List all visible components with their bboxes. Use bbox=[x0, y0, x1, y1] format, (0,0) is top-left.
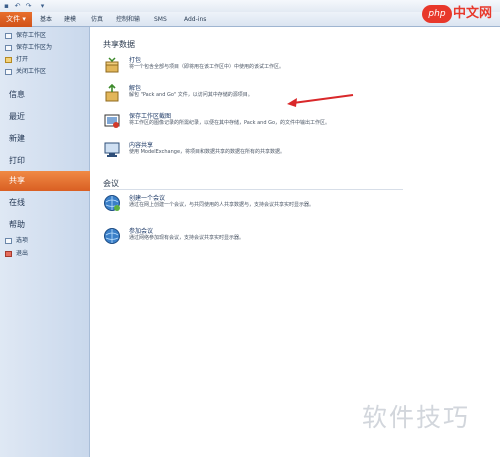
annotation-arrow-icon bbox=[287, 94, 354, 107]
meeting-item-create[interactable]: 创建一个会议 通过在网上创建一个会议，与共同使用的人共享数据与，支持会议共享实时… bbox=[103, 193, 423, 223]
save-icon[interactable]: ▪ bbox=[2, 2, 11, 10]
share-item-content-share-title: 内容共享 bbox=[129, 142, 154, 149]
watermark-logo: php 中文网 bbox=[422, 2, 500, 26]
share-item-content-share-desc: 使用 ModelExchange，将项目和数据共享的数据在所有的共享数据。 bbox=[129, 149, 286, 155]
nav-save-workspace-label: 保存工作区 bbox=[16, 32, 47, 39]
save-as-icon bbox=[5, 45, 12, 51]
meeting-section-divider bbox=[103, 189, 403, 190]
open-folder-icon bbox=[5, 57, 12, 63]
share-item-screenshot-desc: 将工作区的图像记录的所需纪录，以便在其中存储，Pack and Go，的文件中输… bbox=[129, 120, 331, 126]
share-item-unpack-title: 解包 bbox=[129, 85, 142, 92]
meeting-item-join-title: 参加会议 bbox=[129, 228, 154, 235]
nav-exit-label: 退出 bbox=[16, 250, 29, 257]
watermark-text: 软件技巧 bbox=[362, 403, 471, 432]
meeting-item-join-desc: 通过网络参加现有会议，支持会议共享实时显示器。 bbox=[129, 235, 245, 241]
nav-options[interactable]: 选项 bbox=[0, 236, 90, 246]
share-item-content-share[interactable]: 内容共享 使用 ModelExchange，将项目和数据共享的数据在所有的共享数… bbox=[103, 140, 423, 170]
nav-save-workspace[interactable]: 保存工作区 bbox=[0, 31, 90, 41]
share-item-screenshot[interactable]: 保存工作区截图 将工作区的图像记录的所需纪录，以便在其中存储，Pack and … bbox=[103, 111, 423, 141]
redo-icon[interactable]: ↷ bbox=[24, 2, 33, 10]
nav-recent[interactable]: 最近 bbox=[0, 107, 90, 127]
nav-new[interactable]: 新建 bbox=[0, 129, 90, 149]
nav-close-workspace[interactable]: 关闭工作区 bbox=[0, 67, 90, 77]
nav-close-workspace-label: 关闭工作区 bbox=[16, 68, 47, 75]
nav-save-workspace-as-label: 保存工作区为 bbox=[16, 44, 53, 51]
share-item-package-title: 打包 bbox=[129, 57, 142, 64]
nav-print[interactable]: 打印 bbox=[0, 151, 90, 171]
meeting-item-create-title: 创建一个会议 bbox=[129, 195, 166, 202]
exit-icon bbox=[5, 251, 12, 257]
package-icon bbox=[105, 57, 119, 73]
tab-sms[interactable]: SMS bbox=[154, 14, 167, 26]
tab-addins[interactable]: Add-ins bbox=[184, 14, 206, 26]
nav-help[interactable]: 帮助 bbox=[0, 215, 90, 235]
share-item-unpack[interactable]: 解包 解包 "Pack and Go" 文件，以访问其中存储的源项目。 bbox=[103, 83, 423, 113]
nav-open[interactable]: 打开 bbox=[0, 55, 90, 65]
tab-modeling[interactable]: 建模 bbox=[64, 14, 76, 26]
options-icon bbox=[5, 238, 12, 244]
nav-info[interactable]: 信息 bbox=[0, 85, 90, 105]
tab-file-label: 文件 bbox=[6, 15, 21, 23]
close-document-icon bbox=[5, 69, 12, 75]
nav-exit[interactable]: 退出 bbox=[0, 249, 90, 259]
meeting-item-create-desc: 通过在网上创建一个会议，与共同使用的人共享数据与，支持会议共享实时显示器。 bbox=[129, 202, 315, 208]
backstage-content: 共享数据 打包 将一个包含全部与项目（即将用在该工作区中）中使用的该试工作区。 … bbox=[91, 27, 500, 457]
tab-file[interactable]: 文件 ▾ bbox=[0, 12, 32, 27]
share-item-package-desc: 将一个包含全部与项目（即将用在该工作区中）中使用的该试工作区。 bbox=[129, 64, 285, 70]
screenshot-icon bbox=[104, 114, 120, 128]
undo-icon[interactable]: ↶ bbox=[13, 2, 22, 10]
save-icon bbox=[5, 33, 12, 39]
content-share-icon bbox=[104, 142, 120, 157]
customize-icon[interactable]: ▾ bbox=[38, 2, 47, 10]
meeting-item-join[interactable]: 参加会议 通过网络参加现有会议，支持会议共享实时显示器。 bbox=[103, 226, 423, 256]
meeting-section-title: 会议 bbox=[103, 179, 119, 188]
nav-save-workspace-as[interactable]: 保存工作区为 bbox=[0, 43, 90, 53]
share-item-screenshot-title: 保存工作区截图 bbox=[129, 113, 172, 120]
tab-basic[interactable]: 基本 bbox=[40, 14, 52, 26]
join-meeting-icon bbox=[104, 228, 120, 244]
watermark-logo-text: 中文网 bbox=[453, 6, 493, 21]
nav-open-label: 打开 bbox=[16, 56, 29, 63]
nav-options-label: 选项 bbox=[16, 237, 29, 244]
nav-online[interactable]: 在线 bbox=[0, 193, 90, 213]
watermark-logo-badge: php bbox=[422, 5, 452, 23]
backstage-nav: 保存工作区 保存工作区为 打开 关闭工作区 信息 最近 新建 打印 共享 在线 … bbox=[0, 27, 90, 457]
share-item-package[interactable]: 打包 将一个包含全部与项目（即将用在该工作区中）中使用的该试工作区。 bbox=[103, 55, 423, 85]
tab-control[interactable]: 控制和输 bbox=[116, 14, 140, 26]
tab-simulation[interactable]: 仿真 bbox=[91, 14, 103, 26]
create-meeting-icon bbox=[104, 195, 120, 211]
unpack-icon bbox=[105, 84, 119, 102]
nav-share[interactable]: 共享 bbox=[0, 171, 90, 191]
share-section-title: 共享数据 bbox=[103, 40, 135, 49]
